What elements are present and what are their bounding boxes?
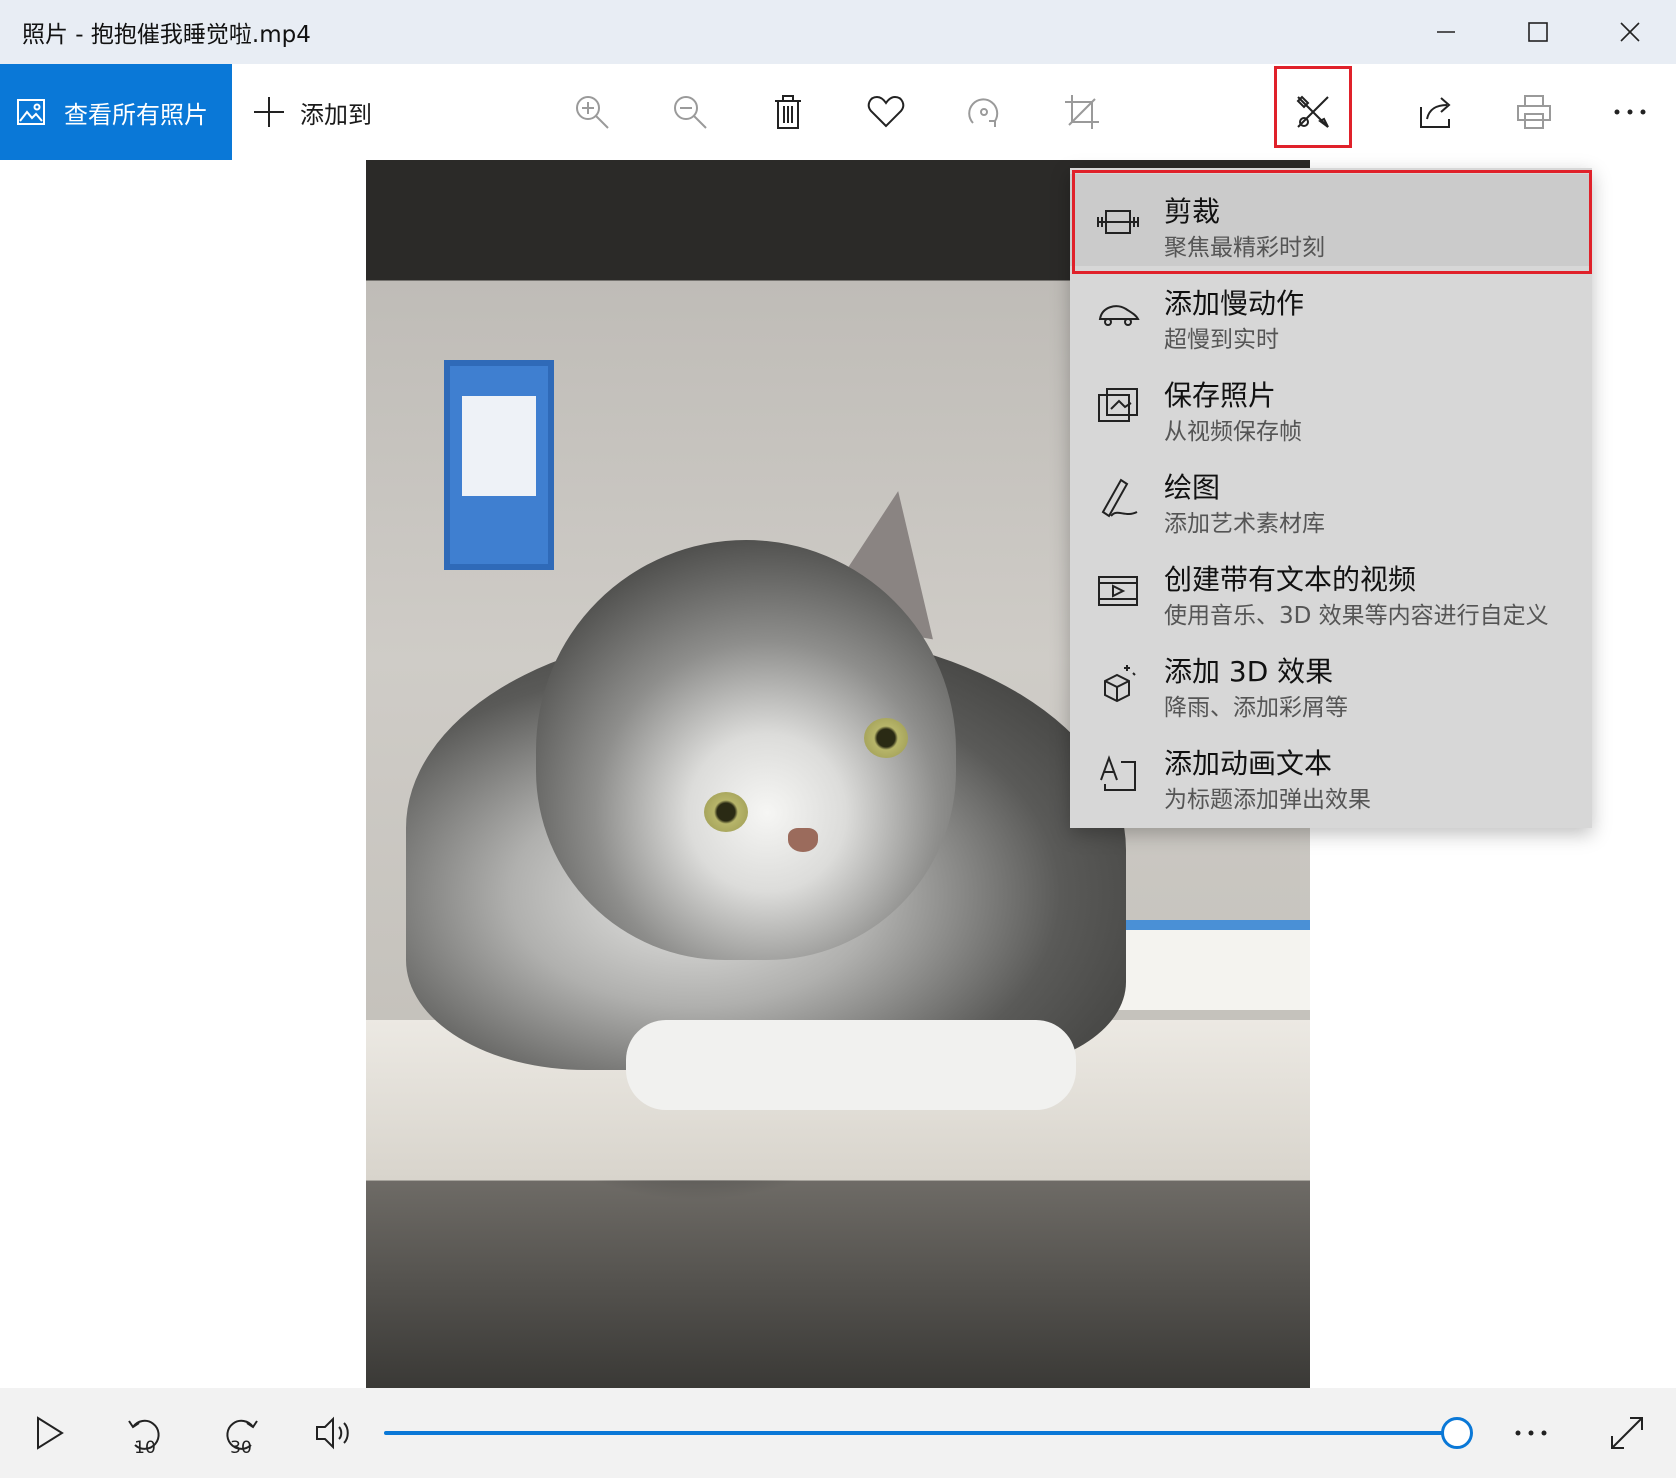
3d-effects-icon [1092, 658, 1144, 706]
menu-item-video-with-text[interactable]: 创建带有文本的视频 使用音乐、3D 效果等内容进行自定义 [1070, 542, 1592, 634]
cat-eye-left-decoration [704, 792, 748, 832]
menu-item-draw[interactable]: 绘图 添加艺术素材库 [1070, 450, 1592, 542]
menu-item-animated-text[interactable]: 添加动画文本 为标题添加弹出效果 [1070, 726, 1592, 818]
cat-nose-decoration [788, 828, 818, 852]
window-title: 照片 - 抱抱催我睡觉啦.mp4 [22, 22, 311, 48]
more-icon [1614, 109, 1646, 115]
zoom-out-icon [674, 96, 707, 129]
medicine-box-decoration [1096, 920, 1310, 1010]
slow-motion-icon [1092, 290, 1144, 338]
play-button[interactable] [14, 1398, 84, 1468]
menu-item-3d-effects[interactable]: 添加 3D 效果 降雨、添加彩屑等 [1070, 634, 1592, 726]
menu-item-title: 绘图 [1164, 471, 1221, 504]
save-photo-icon [1092, 382, 1144, 430]
photo-icon [17, 99, 45, 125]
maximize-icon [1528, 22, 1548, 42]
menu-item-subtitle: 添加艺术素材库 [1164, 511, 1325, 537]
playback-more-button[interactable] [1496, 1398, 1566, 1468]
menu-item-title: 添加慢动作 [1164, 287, 1305, 320]
progress-thumb[interactable] [1441, 1417, 1474, 1449]
menu-item-title: 添加 3D 效果 [1164, 655, 1334, 688]
zoom-in-button[interactable] [558, 78, 626, 146]
share-button[interactable] [1402, 78, 1470, 146]
zoom-out-button[interactable] [656, 78, 724, 146]
menu-item-title: 保存照片 [1164, 379, 1277, 412]
fullscreen-button[interactable] [1592, 1398, 1662, 1468]
plus-icon [254, 97, 284, 127]
edit-create-highlight [1274, 66, 1352, 148]
crop-icon [1065, 95, 1099, 129]
menu-item-subtitle: 使用音乐、3D 效果等内容进行自定义 [1164, 603, 1549, 629]
favorite-icon [867, 95, 905, 128]
menu-item-title: 创建带有文本的视频 [1164, 563, 1417, 596]
more-button[interactable] [1596, 78, 1664, 146]
add-to-label: 添加到 [300, 100, 372, 129]
menu-item-subtitle: 为标题添加弹出效果 [1164, 787, 1371, 813]
add-to-button[interactable]: 添加到 [252, 64, 372, 160]
skip-forward-seconds: 30 [230, 1438, 252, 1458]
toolbar: 查看所有照片 添加到 [0, 64, 1676, 181]
delete-button[interactable] [754, 78, 822, 146]
video-with-text-icon [1092, 566, 1144, 614]
share-icon [1420, 97, 1451, 128]
minimize-button[interactable] [1400, 0, 1492, 64]
cat-paws-decoration [626, 1020, 1076, 1110]
skip-forward-button[interactable]: 30 [206, 1398, 276, 1468]
volume-icon [316, 1416, 349, 1450]
favorite-button[interactable] [852, 78, 920, 146]
skip-back-seconds: 10 [134, 1438, 156, 1458]
volume-button[interactable] [300, 1398, 370, 1468]
print-button[interactable] [1500, 78, 1568, 146]
fullscreen-icon [1611, 1417, 1643, 1449]
close-icon [1620, 22, 1640, 42]
minimize-icon [1437, 31, 1455, 33]
rotate-icon [968, 98, 999, 127]
close-button[interactable] [1584, 0, 1676, 64]
menu-item-subtitle: 超慢到实时 [1164, 327, 1279, 353]
playback-bar: 10 30 [0, 1388, 1676, 1478]
rotate-button[interactable] [950, 78, 1018, 146]
print-icon [1517, 95, 1551, 129]
energy-label-decoration [444, 360, 554, 570]
trim-highlight [1072, 170, 1592, 274]
crop-button[interactable] [1048, 78, 1116, 146]
view-all-photos-label: 查看所有照片 [64, 100, 208, 129]
menu-item-save-photo[interactable]: 保存照片 从视频保存帧 [1070, 358, 1592, 450]
draw-icon [1092, 474, 1144, 522]
animated-text-icon [1092, 750, 1144, 798]
progress-track[interactable] [384, 1431, 1468, 1435]
cat-eye-right-decoration [864, 718, 908, 758]
menu-item-subtitle: 降雨、添加彩屑等 [1164, 695, 1348, 721]
menu-item-subtitle: 从视频保存帧 [1164, 419, 1302, 445]
maximize-button[interactable] [1492, 0, 1584, 64]
more-icon [1515, 1430, 1547, 1436]
view-all-photos-button[interactable]: 查看所有照片 [0, 64, 232, 160]
menu-item-title: 添加动画文本 [1164, 747, 1333, 780]
delete-icon [775, 95, 801, 129]
menu-item-slow-motion[interactable]: 添加慢动作 超慢到实时 [1070, 266, 1592, 358]
title-bar: 照片 - 抱抱催我睡觉啦.mp4 [0, 0, 1676, 64]
play-icon [37, 1416, 64, 1450]
skip-back-button[interactable]: 10 [110, 1398, 180, 1468]
zoom-in-icon [576, 96, 609, 129]
